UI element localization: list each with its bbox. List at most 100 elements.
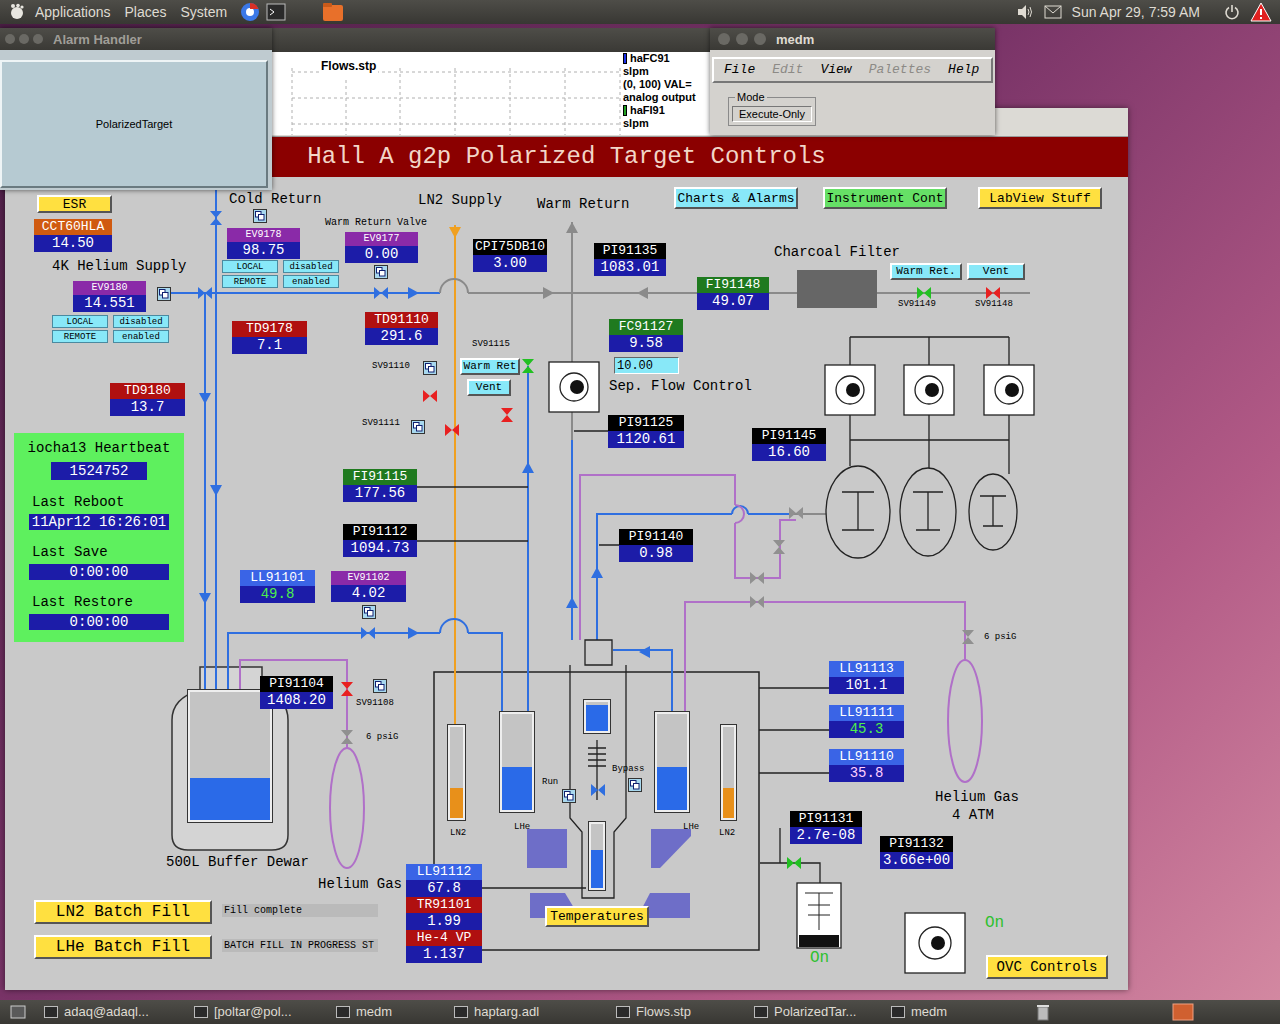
- valve-icon[interactable]: [962, 630, 974, 644]
- readout-tag: PI91145: [752, 428, 826, 444]
- gnome-foot-icon[interactable]: [8, 3, 26, 21]
- flow-setpoint-field[interactable]: [614, 357, 679, 374]
- related-display-icon[interactable]: [373, 679, 387, 693]
- minimize-button[interactable]: [19, 34, 29, 44]
- panel-menu[interactable]: Places: [118, 0, 174, 24]
- display-button[interactable]: Charts & Alarms: [674, 187, 798, 209]
- terminal-icon[interactable]: [266, 3, 286, 21]
- valve-icon[interactable]: [501, 408, 513, 422]
- ioc-heartbeat-panel: iocha13 Heartbeat1524752Last Reboot11Apr…: [14, 433, 184, 642]
- switch-cell[interactable]: disabled: [283, 260, 339, 273]
- heartbeat-label: Last Restore: [32, 594, 133, 610]
- volume-icon[interactable]: [1016, 4, 1034, 20]
- related-display-icon[interactable]: [423, 361, 437, 375]
- task-button[interactable]: adaq@adaql...: [40, 1000, 190, 1024]
- workspace-icon[interactable]: [1172, 1003, 1194, 1021]
- browser-icon[interactable]: [240, 2, 260, 22]
- valve-icon[interactable]: [773, 540, 785, 554]
- menu-item[interactable]: Help: [948, 60, 979, 80]
- process-readout: PI911400.98: [619, 529, 693, 562]
- pump-status: On: [985, 915, 1004, 931]
- valve-icon[interactable]: [341, 682, 353, 696]
- display-button[interactable]: Vent: [967, 263, 1025, 280]
- related-display-icon[interactable]: [411, 420, 425, 434]
- display-button[interactable]: Temperatures: [545, 906, 649, 927]
- valve-icon[interactable]: [917, 287, 931, 299]
- valve-icon[interactable]: [591, 784, 605, 796]
- show-desktop-icon[interactable]: [10, 1005, 26, 1019]
- valve-icon[interactable]: [445, 424, 459, 436]
- valve-icon[interactable]: [522, 359, 534, 373]
- window-titlebar[interactable]: medm: [710, 28, 995, 50]
- process-readout: TD91787.1: [232, 321, 307, 354]
- series-name[interactable]: haFI91: [630, 104, 665, 117]
- readout-tag: CPI75DB10: [473, 239, 547, 255]
- valve-icon[interactable]: [750, 596, 764, 608]
- close-button[interactable]: [5, 34, 15, 44]
- trash-icon[interactable]: [1035, 1003, 1051, 1021]
- related-display-icon[interactable]: [157, 287, 171, 301]
- switch-cell[interactable]: REMOTE: [52, 330, 108, 343]
- valve-icon[interactable]: [361, 627, 375, 639]
- maximize-button[interactable]: [33, 34, 43, 44]
- task-button[interactable]: Flows.stp: [612, 1000, 750, 1024]
- valve-icon[interactable]: [750, 572, 764, 584]
- valve-icon[interactable]: [374, 287, 388, 299]
- display-button[interactable]: OVC Controls: [986, 955, 1108, 979]
- task-button[interactable]: medm: [332, 1000, 450, 1024]
- series-name[interactable]: haFC91: [630, 52, 670, 65]
- mail-icon[interactable]: [1044, 5, 1062, 19]
- menu-item[interactable]: View: [820, 60, 851, 80]
- diagram-label: Helium Gas: [318, 877, 402, 891]
- related-display-icon[interactable]: [362, 605, 376, 619]
- valve-icon[interactable]: [210, 211, 222, 225]
- maximize-button[interactable]: [754, 33, 766, 45]
- mode-value[interactable]: Execute-Only: [732, 106, 812, 122]
- warning-icon[interactable]: [1250, 2, 1272, 22]
- display-button[interactable]: Warm Ret.: [890, 263, 962, 280]
- clock[interactable]: Sun Apr 29, 7:59 AM: [1072, 2, 1200, 23]
- switch-cell[interactable]: LOCAL: [222, 260, 278, 273]
- related-display-icon[interactable]: [374, 265, 388, 279]
- menu-item[interactable]: File: [724, 60, 755, 80]
- valve-icon[interactable]: [198, 287, 212, 299]
- task-button[interactable]: haptarg.adl: [450, 1000, 612, 1024]
- batch-fill-button[interactable]: LHe Batch Fill: [34, 935, 212, 959]
- switch-cell[interactable]: REMOTE: [222, 275, 278, 288]
- readout-tag: TD9180: [110, 383, 185, 399]
- valve-icon[interactable]: [787, 857, 801, 869]
- task-button[interactable]: PolarizedTar...: [750, 1000, 887, 1024]
- switch-cell[interactable]: disabled: [113, 315, 169, 328]
- valve-icon[interactable]: [341, 730, 353, 744]
- panel-menu[interactable]: System: [174, 0, 235, 24]
- display-button[interactable]: ESR: [37, 195, 112, 213]
- valve-icon[interactable]: [789, 507, 803, 519]
- switch-cell[interactable]: LOCAL: [52, 315, 108, 328]
- batch-fill-button[interactable]: LN2 Batch Fill: [34, 900, 212, 924]
- switch-cell[interactable]: enabled: [283, 275, 339, 288]
- display-button[interactable]: Instrument Cont: [823, 187, 947, 209]
- power-icon[interactable]: [1224, 4, 1240, 20]
- related-display-icon[interactable]: [253, 209, 267, 223]
- task-label: Flows.stp: [636, 1002, 691, 1022]
- display-button[interactable]: Vent: [467, 379, 511, 396]
- display-button[interactable]: LabView Stuff: [978, 187, 1102, 209]
- valve-icon[interactable]: [986, 287, 1000, 299]
- task-button[interactable]: [poltar@pol...: [190, 1000, 332, 1024]
- process-readout: PI9114516.60: [752, 428, 826, 461]
- process-readout: PI911251120.61: [608, 415, 684, 448]
- alarm-group-button[interactable]: PolarizedTarget: [0, 60, 268, 188]
- panel-menu[interactable]: Applications: [28, 0, 118, 24]
- related-display-icon[interactable]: [562, 789, 576, 803]
- folder-icon[interactable]: [322, 2, 344, 22]
- task-button[interactable]: medm: [887, 1000, 1017, 1024]
- window-titlebar[interactable]: [272, 28, 710, 52]
- window-titlebar[interactable]: Alarm Handler: [0, 28, 272, 50]
- minimize-button[interactable]: [736, 33, 748, 45]
- diagram-label: LN2 Supply: [418, 193, 502, 207]
- display-button[interactable]: Warm Ret: [460, 358, 520, 375]
- related-display-icon[interactable]: [628, 778, 642, 792]
- valve-icon[interactable]: [423, 390, 437, 402]
- close-button[interactable]: [718, 33, 730, 45]
- switch-cell[interactable]: enabled: [113, 330, 169, 343]
